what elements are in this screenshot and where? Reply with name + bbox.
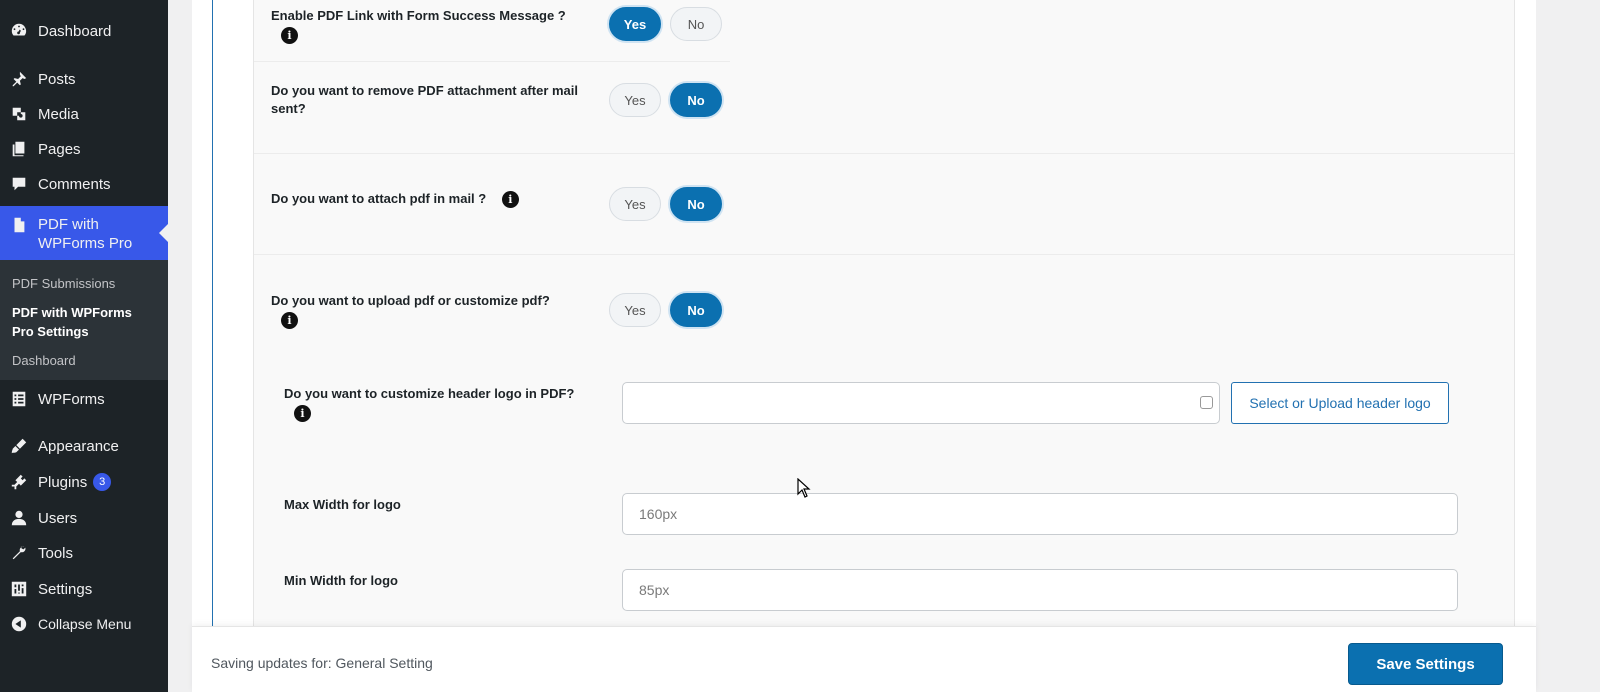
attach-pdf-toggle: Yes No (609, 187, 722, 221)
menu-label: Posts (38, 70, 76, 88)
yes-option[interactable]: Yes (609, 187, 661, 221)
save-footer-bar: Saving updates for: General Setting Save… (192, 626, 1536, 692)
pdf-link-toggle: Yes No (609, 7, 722, 41)
form-icon (9, 389, 29, 409)
menu-label: Users (38, 509, 78, 527)
menu-item-posts[interactable]: Posts (0, 62, 168, 96)
menu-label: Pages (38, 140, 81, 158)
submenu-item-dashboard[interactable]: Dashboard (12, 351, 76, 370)
upload-header-logo-button[interactable]: Select or Upload header logo (1231, 382, 1449, 424)
wrench-icon (9, 543, 29, 563)
admin-sidebar: Dashboard Posts Media Pages Comments PDF… (0, 0, 168, 692)
update-count-badge: 3 (93, 473, 112, 491)
min-width-label: Min Width for logo (284, 573, 398, 588)
min-width-input[interactable]: 85px (622, 569, 1458, 611)
brush-icon (9, 436, 29, 456)
menu-label: Collapse Menu (38, 616, 132, 632)
menu-label: Media (38, 105, 79, 123)
menu-label: Appearance (38, 437, 119, 455)
settings-icon (9, 579, 29, 599)
yes-option[interactable]: Yes (609, 7, 661, 41)
no-option[interactable]: No (670, 187, 722, 221)
remove-attachment-toggle: Yes No (609, 83, 722, 117)
save-settings-button[interactable]: Save Settings (1348, 643, 1503, 685)
pages-icon (9, 139, 29, 159)
max-width-input[interactable]: 160px (622, 493, 1458, 535)
menu-item-plugins[interactable]: Plugins 3 (0, 465, 168, 499)
info-icon[interactable]: i (294, 405, 311, 422)
no-option[interactable]: No (670, 83, 722, 117)
menu-label: WPForms (38, 390, 105, 408)
menu-label: Tools (38, 544, 74, 562)
submenu: PDF Submissions PDF with WPForms Pro Set… (0, 260, 168, 380)
menu-label: Dashboard (38, 22, 112, 40)
menu-item-dashboard[interactable]: Dashboard (0, 14, 168, 48)
menu-item-appearance[interactable]: Appearance (0, 429, 168, 463)
upload-customize-label: Do you want to upload pdf or customize p… (271, 292, 591, 329)
menu-item-wpforms[interactable]: WPForms (0, 382, 168, 416)
menu-item-users[interactable]: Users (0, 501, 168, 535)
settings-panel: Enable PDF Link with Form Success Messag… (192, 0, 1536, 692)
attach-pdf-label: Do you want to attach pdf in mail ? i (271, 190, 601, 209)
menu-item-pages[interactable]: Pages (0, 132, 168, 166)
active-indicator (159, 224, 168, 242)
menu-item-settings[interactable]: Settings (0, 572, 168, 606)
saving-status-text: Saving updates for: General Setting (211, 655, 433, 671)
pin-icon (9, 69, 29, 89)
no-option[interactable]: No (670, 293, 722, 327)
autofill-icon[interactable] (1200, 396, 1213, 409)
no-option[interactable]: No (670, 7, 722, 41)
divider (254, 153, 1514, 154)
menu-item-tools[interactable]: Tools (0, 536, 168, 570)
menu-item-pdf-wpforms-pro[interactable]: PDF with WPForms Pro (0, 206, 168, 260)
yes-option[interactable]: Yes (609, 293, 661, 327)
upload-customize-toggle: Yes No (609, 293, 722, 327)
comments-icon (9, 174, 29, 194)
dashboard-icon (9, 21, 29, 41)
submenu-item-settings[interactable]: PDF with WPForms Pro Settings (12, 303, 152, 341)
header-logo-label: Do you want to customize header logo in … (284, 385, 614, 422)
plugin-icon (9, 472, 29, 492)
menu-label: PDF with WPForms Pro (38, 216, 133, 252)
menu-item-comments[interactable]: Comments (0, 167, 168, 201)
info-icon[interactable]: i (281, 27, 298, 44)
info-icon[interactable]: i (501, 191, 519, 209)
menu-label: Comments (38, 175, 111, 193)
yes-option[interactable]: Yes (609, 83, 661, 117)
settings-section: Enable PDF Link with Form Success Messag… (253, 0, 1515, 630)
divider (254, 61, 730, 62)
settings-frame: Enable PDF Link with Form Success Messag… (212, 0, 1515, 630)
media-icon (9, 104, 29, 124)
mouse-cursor-icon (797, 478, 811, 498)
main-content: Enable PDF Link with Form Success Messag… (168, 0, 1600, 692)
info-icon[interactable]: i (281, 312, 298, 329)
collapse-menu-button[interactable]: Collapse Menu (0, 607, 168, 641)
menu-label: Settings (38, 580, 93, 598)
user-icon (9, 508, 29, 528)
collapse-icon (9, 614, 29, 634)
max-width-label: Max Width for logo (284, 497, 401, 512)
pdf-link-label: Enable PDF Link with Form Success Messag… (271, 7, 591, 44)
page-gutter (1536, 0, 1600, 692)
remove-attachment-label: Do you want to remove PDF attachment aft… (271, 83, 579, 116)
menu-item-media[interactable]: Media (0, 97, 168, 131)
divider (254, 254, 1514, 255)
submenu-item-pdf-submissions[interactable]: PDF Submissions (12, 274, 115, 293)
header-logo-url-input[interactable] (622, 382, 1220, 424)
menu-label: Plugins (38, 473, 88, 491)
document-icon (9, 215, 29, 235)
